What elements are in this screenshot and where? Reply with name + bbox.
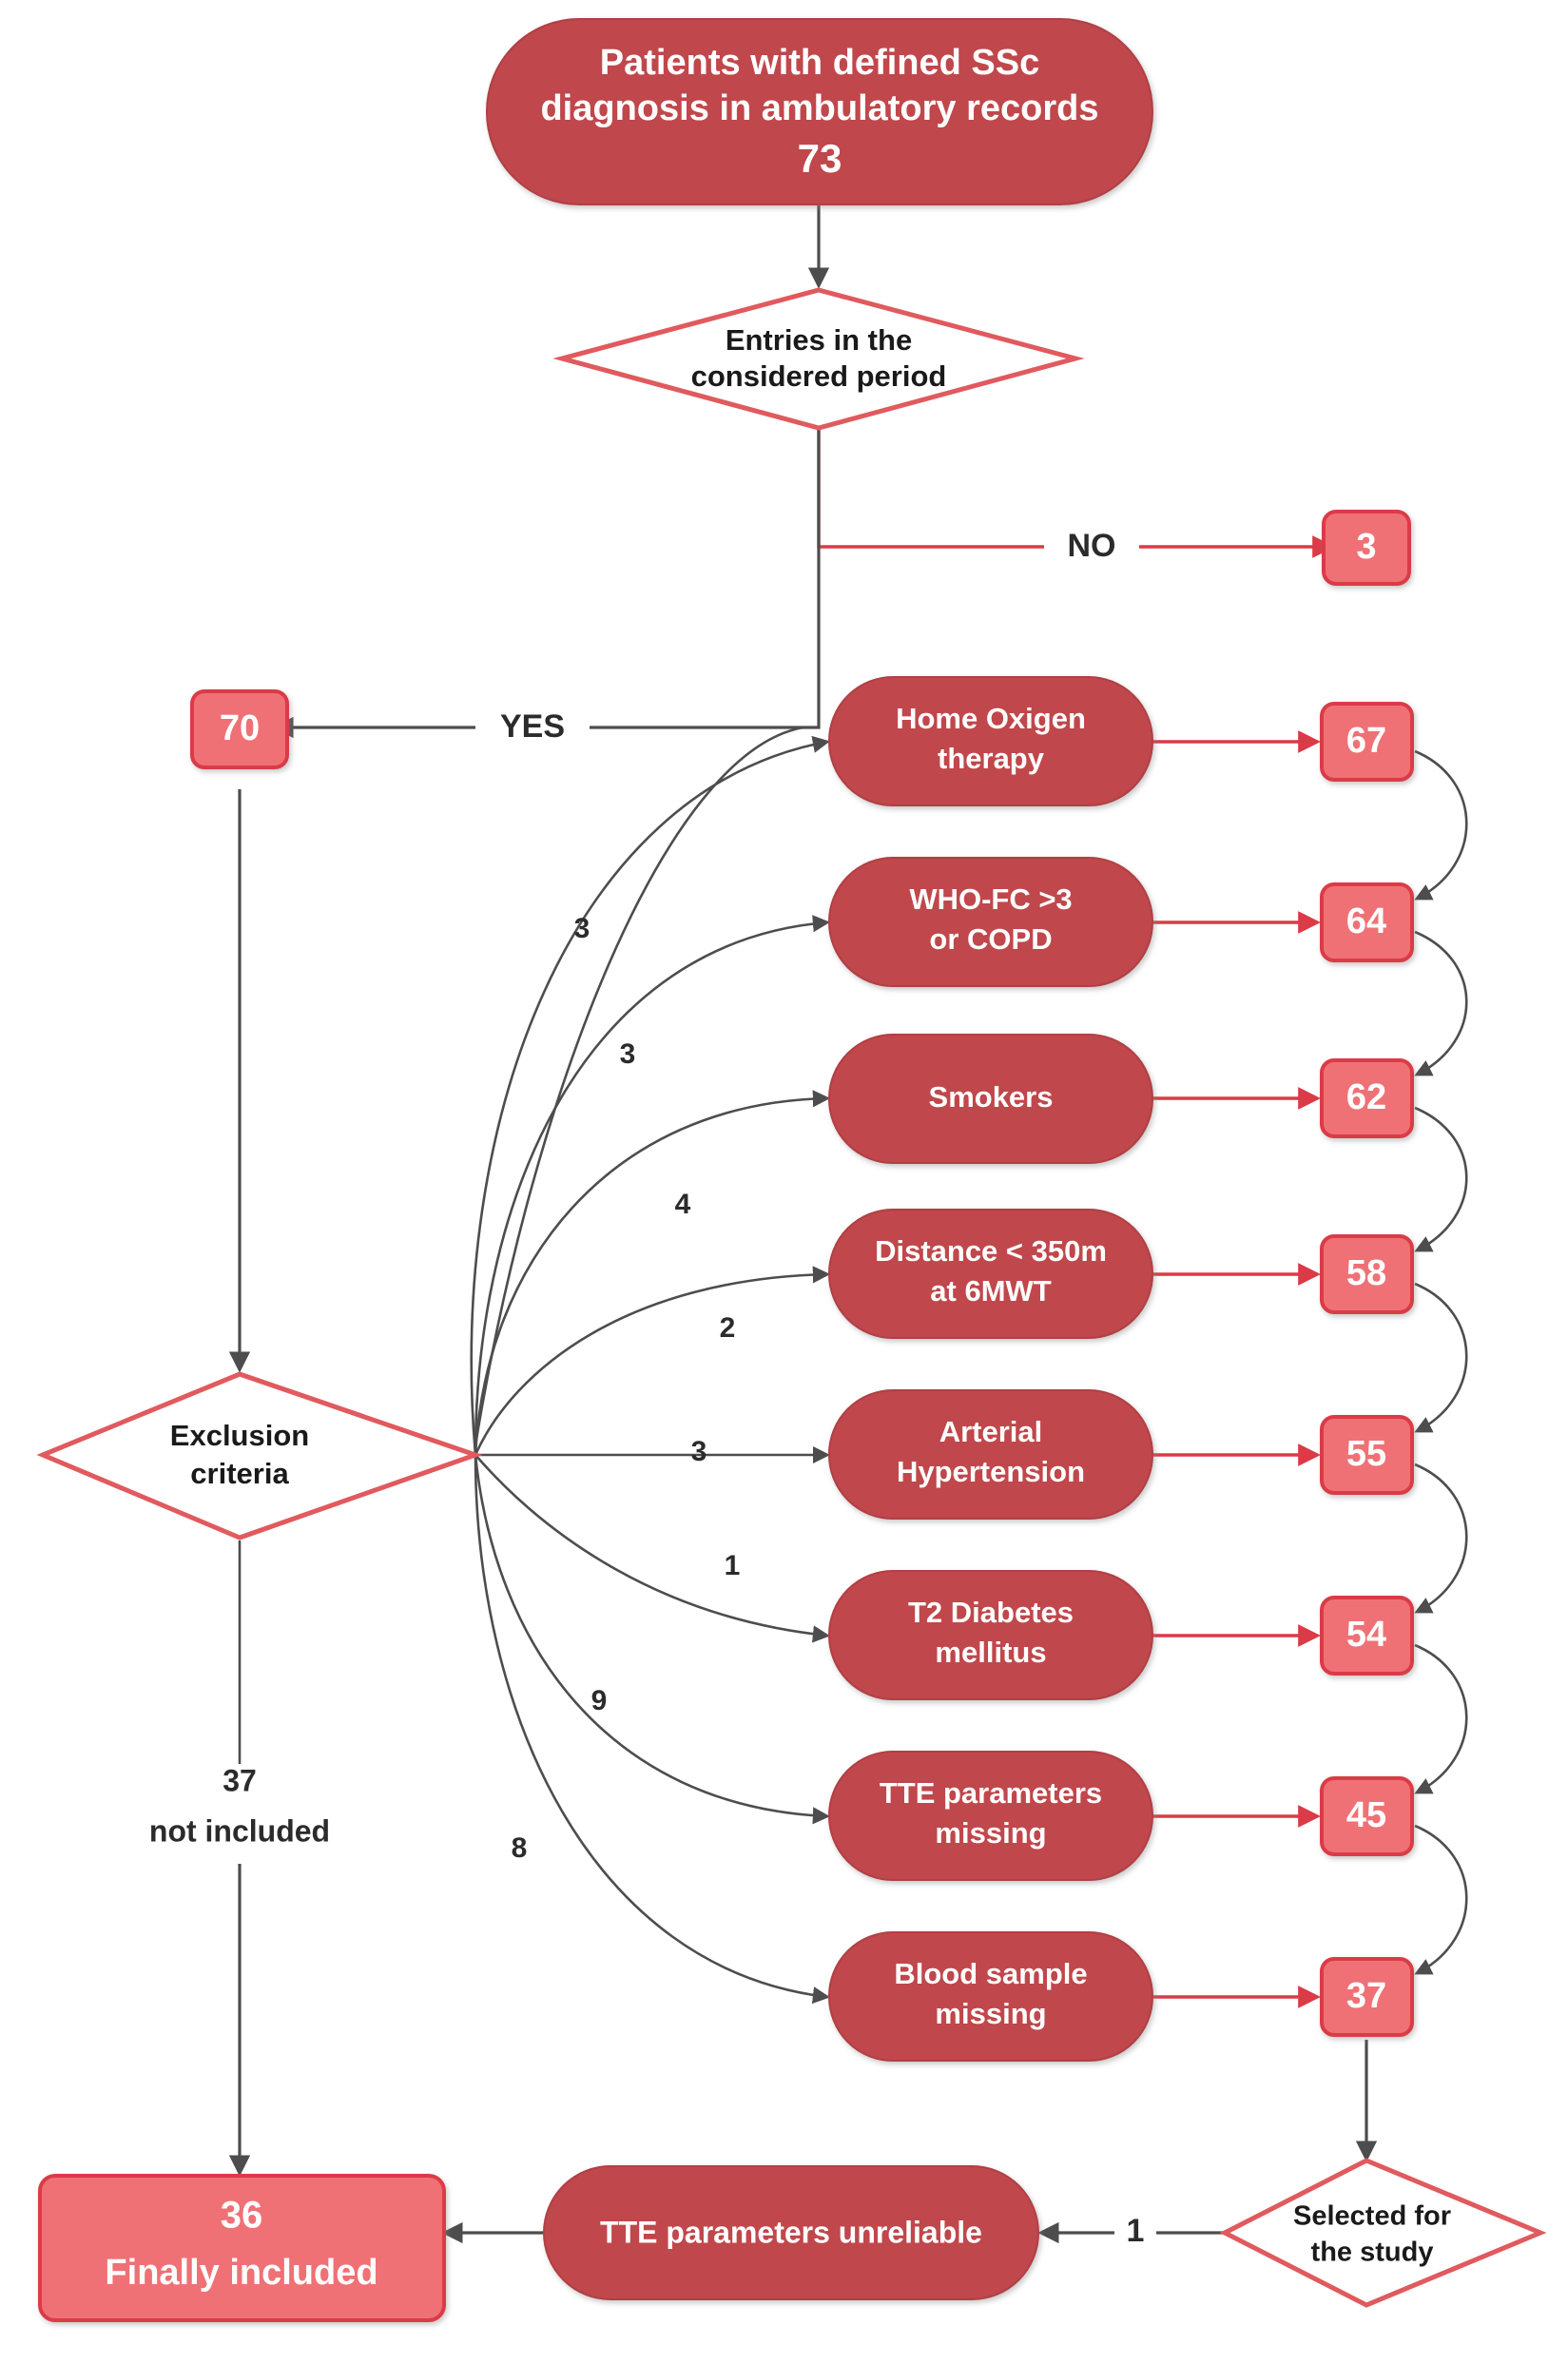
selected-edge-label-wrap: 1	[1114, 2212, 1156, 2254]
node-exclusion-step-7[interactable]: Blood sample missing	[828, 1931, 1153, 2062]
decision-exclusion-line1: Exclusion	[170, 1419, 309, 1452]
decision-selected-line2: the study	[1311, 2238, 1434, 2268]
step-6-line2: missing	[935, 1816, 1046, 1850]
step-5-line2: mellitus	[935, 1636, 1046, 1669]
edge-label-step-4: 3	[691, 1436, 707, 1467]
node-exclusion-step-5[interactable]: T2 Diabetes mellitus	[828, 1570, 1153, 1700]
flowchart-canvas: Patients with defined SSc diagnosis in a…	[0, 0, 1568, 2364]
edge-label-step-5: 1	[725, 1550, 741, 1581]
step-3-line2: at 6MWT	[930, 1274, 1052, 1308]
node-count-yes[interactable]: 70	[190, 689, 289, 769]
count-5-value: 54	[1346, 1615, 1386, 1655]
step-4-line2: Hypertension	[897, 1455, 1085, 1488]
start-line2: diagnosis in ambulatory records	[540, 88, 1098, 128]
edge-label-step-2: 4	[675, 1189, 691, 1220]
fanout-edge-labels: 3 3 4 2 3 1 9 8	[512, 913, 741, 1864]
edge-yes-junction-to-exclusion	[474, 726, 804, 1446]
node-exclusion-step-0[interactable]: Home Oxigen therapy	[828, 676, 1153, 806]
edge-count-0-to-1	[1414, 749, 1468, 901]
step-1-line1: WHO-FC >3	[909, 882, 1072, 916]
edge-count-1-to-2	[1414, 930, 1468, 1076]
final-included-label: Finally included	[105, 2253, 377, 2293]
edge-exclusion-to-step-1	[474, 915, 831, 1456]
count-yes-value: 70	[220, 708, 260, 748]
node-count-step-4[interactable]: 55	[1320, 1415, 1414, 1495]
decision-selected-line1: Selected for	[1293, 2201, 1451, 2232]
not-included-note: 37 not included	[149, 1763, 330, 1848]
flowchart-svg: Patients with defined SSc diagnosis in a…	[36, 18, 1547, 2322]
edge-count-3-to-4	[1414, 1282, 1468, 1433]
decision-exclusion-shape	[36, 1371, 483, 1540]
selected-edge-label: 1	[1127, 2213, 1145, 2249]
node-exclusion-step-6[interactable]: TTE parameters missing	[828, 1751, 1153, 1881]
step-6-line1: TTE parameters	[880, 1776, 1102, 1810]
step-2-line1: Smokers	[929, 1080, 1054, 1114]
edge-exclusion-to-step-3	[474, 1266, 831, 1456]
edge-label-step-1: 3	[620, 1038, 636, 1070]
step-7-line1: Blood sample	[894, 1957, 1087, 1990]
node-exclusion-step-1[interactable]: WHO-FC >3 or COPD	[828, 857, 1153, 987]
count-no-value: 3	[1356, 527, 1376, 567]
edge-label-step-0: 3	[574, 913, 590, 944]
node-count-step-3[interactable]: 58	[1320, 1234, 1414, 1314]
branch-no-label: NO	[1068, 528, 1116, 564]
not-included-label: not included	[149, 1813, 330, 1848]
step-4-line1: Arterial	[939, 1415, 1043, 1448]
node-count-step-0[interactable]: 67	[1320, 702, 1414, 782]
node-decision-entries[interactable]: Entries in the considered period	[552, 287, 1085, 431]
branch-yes-label: YES	[500, 708, 565, 745]
node-exclusion-step-2[interactable]: Smokers	[828, 1034, 1153, 1164]
start-count: 73	[798, 136, 842, 181]
node-count-step-2[interactable]: 62	[1320, 1058, 1414, 1138]
decision-exclusion-line2: criteria	[190, 1457, 289, 1490]
node-final-included[interactable]: 36 Finally included	[38, 2174, 446, 2322]
count-2-value: 62	[1346, 1077, 1386, 1117]
count-3-value: 58	[1346, 1253, 1386, 1293]
step-5-line1: T2 Diabetes	[908, 1596, 1074, 1629]
node-decision-exclusion[interactable]: Exclusion criteria	[36, 1371, 483, 1540]
node-exclusion-step-3[interactable]: Distance < 350m at 6MWT	[828, 1209, 1153, 1339]
step-1-line2: or COPD	[929, 922, 1052, 956]
edge-exclusion-to-step-7	[474, 1454, 831, 2005]
edge-exclusion-to-step-5	[474, 1454, 831, 1643]
node-decision-selected[interactable]: Selected for the study	[1219, 2158, 1547, 2308]
edge-count-6-to-7	[1414, 1824, 1468, 1975]
edges-layer	[228, 204, 1468, 2244]
node-count-step-6[interactable]: 45	[1320, 1776, 1414, 1856]
edge-count-5-to-6	[1414, 1643, 1468, 1794]
step-3-line1: Distance < 350m	[875, 1234, 1107, 1268]
edge-exclusion-to-step-0	[470, 735, 830, 1456]
start-line1: Patients with defined SSc	[600, 43, 1039, 83]
count-7-value: 37	[1346, 1976, 1386, 2016]
count-4-value: 55	[1346, 1434, 1386, 1474]
count-1-value: 64	[1346, 901, 1386, 941]
node-exclusion-step-4[interactable]: Arterial Hypertension	[828, 1389, 1153, 1520]
node-tte-unreliable[interactable]: TTE parameters unreliable	[543, 2165, 1039, 2300]
decision-entries-line1: Entries in the	[726, 323, 912, 357]
edge-count-2-to-3	[1414, 1106, 1468, 1252]
edge-label-step-6: 9	[591, 1685, 608, 1716]
step-0-line2: therapy	[938, 742, 1045, 775]
node-count-no[interactable]: 3	[1322, 510, 1411, 586]
node-count-step-7[interactable]: 37	[1320, 1957, 1414, 2037]
branch-yes: YES	[475, 706, 590, 749]
branch-no: NO	[1044, 525, 1139, 569]
edge-label-step-7: 8	[512, 1832, 528, 1864]
count-0-value: 67	[1346, 721, 1386, 761]
final-included-count: 36	[221, 2195, 263, 2237]
edge-count-4-to-5	[1414, 1463, 1468, 1614]
decision-selected-shape	[1219, 2158, 1547, 2308]
step-7-line2: missing	[935, 1997, 1046, 2030]
node-count-step-1[interactable]: 64	[1320, 882, 1414, 962]
decision-entries-line2: considered period	[691, 359, 947, 393]
edge-label-step-3: 2	[720, 1312, 736, 1344]
edge-entries-yes	[272, 428, 821, 739]
count-6-value: 45	[1346, 1795, 1386, 1835]
step-0-line1: Home Oxigen	[896, 702, 1086, 735]
not-included-count: 37	[223, 1763, 257, 1797]
node-start[interactable]: Patients with defined SSc diagnosis in a…	[486, 18, 1153, 205]
tte-unreliable-label: TTE parameters unreliable	[600, 2215, 982, 2249]
node-count-step-5[interactable]: 54	[1320, 1596, 1414, 1676]
